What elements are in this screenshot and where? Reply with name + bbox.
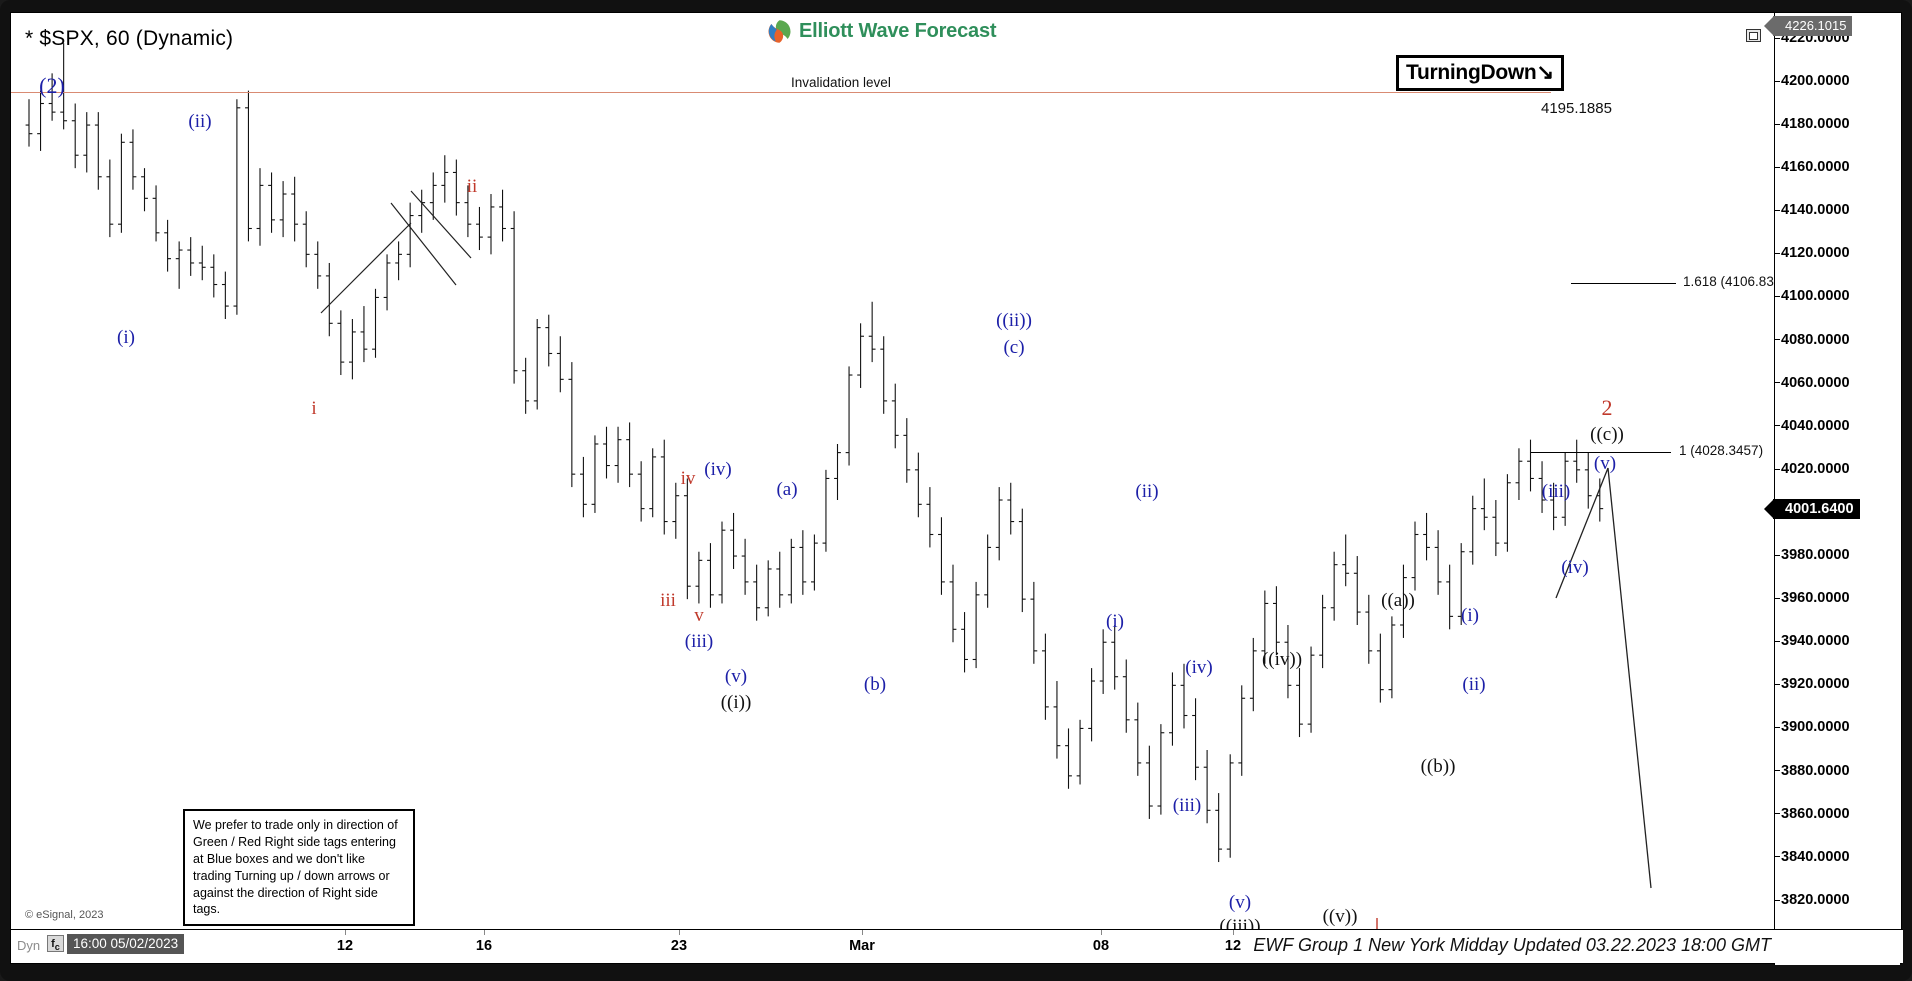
price-tick: 3860.0000 — [1775, 806, 1901, 822]
fib-1618-line — [1571, 282, 1676, 284]
wave-label: (i) — [1461, 605, 1479, 626]
wave-label: (iii) — [1172, 795, 1202, 816]
esignal-copyright: © eSignal, 2023 — [25, 909, 104, 921]
wave-label: ((a)) — [1381, 590, 1415, 611]
dynamic-feed-icon[interactable]: fc — [47, 935, 64, 952]
wave-label: (c) — [1003, 337, 1025, 358]
wave-label: iii — [660, 590, 676, 611]
price-tick: 3900.0000 — [1775, 719, 1901, 735]
wave-label: (v) — [724, 666, 748, 687]
time-tick: 23 — [670, 938, 688, 954]
turning-down-badge[interactable]: TurningDown↘ — [1396, 55, 1564, 92]
wave-label: ((iv)) — [1261, 649, 1303, 670]
wave-label: (ii) — [1135, 481, 1159, 502]
forecast-footer-note: EWF Group 1 New York Midday Updated 03.2… — [1253, 935, 1771, 955]
price-tick: 4140.0000 — [1775, 202, 1901, 218]
price-tick: 3840.0000 — [1775, 849, 1901, 865]
application-window: * $SPX, 60 (Dynamic) Elliott Wave Foreca… — [0, 0, 1912, 981]
wave-label: (ii) — [1462, 674, 1486, 695]
time-gridline-tick — [1101, 930, 1102, 935]
session-high-marker: 4226.1015 — [1764, 15, 1853, 36]
wave-label: (a) — [776, 479, 798, 500]
wave-label: (i) — [117, 327, 135, 348]
wave-label: v — [694, 605, 704, 626]
wave-label: ((i)) — [720, 692, 752, 713]
wave-label: ((c)) — [1590, 424, 1624, 445]
price-tick: 3920.0000 — [1775, 676, 1901, 692]
price-tick: 4080.0000 — [1775, 332, 1901, 348]
wave-label: (iii) — [684, 631, 714, 652]
price-tick: 4180.0000 — [1775, 116, 1901, 132]
price-tick: 3960.0000 — [1775, 590, 1901, 606]
time-gridline-tick — [679, 930, 680, 935]
time-gridline-tick — [345, 930, 346, 935]
wave-label: (i) — [1106, 611, 1124, 632]
price-tick: 4200.0000 — [1775, 73, 1901, 89]
wave-label: ((ii)) — [996, 310, 1032, 331]
wave-label: i — [311, 398, 317, 419]
wave-label: (iv) — [1561, 557, 1589, 578]
wave-label: ii — [466, 176, 478, 197]
fib-1618-label: 1.618 (4106.8318) — [1683, 273, 1776, 289]
price-tick: 4100.0000 — [1775, 288, 1901, 304]
time-gridline-tick — [484, 930, 485, 935]
price-tick: 3820.0000 — [1775, 892, 1901, 908]
time-gridline-tick — [1233, 930, 1234, 935]
chart-surface[interactable]: * $SPX, 60 (Dynamic) Elliott Wave Foreca… — [10, 12, 1903, 965]
wave-label: (iv) — [1185, 657, 1213, 678]
wave-label: (v) — [1228, 892, 1252, 913]
trading-disclaimer-box: We prefer to trade only in direction of … — [183, 809, 415, 927]
wave-label: (v) — [1593, 453, 1617, 474]
time-tick: 12 — [336, 938, 354, 954]
fib-1-label: 1 (4028.3457) — [1679, 442, 1764, 458]
wave-label: 2 — [1601, 395, 1613, 420]
wave-trendlines — [320, 190, 1652, 889]
price-tick: 4120.0000 — [1775, 245, 1901, 261]
time-gridline-tick — [862, 930, 863, 935]
price-tick: 4020.0000 — [1775, 461, 1901, 477]
price-tick: 4040.0000 — [1775, 418, 1901, 434]
wave-label: (ii) — [188, 111, 212, 132]
price-tick: 3940.0000 — [1775, 633, 1901, 649]
time-tick: 08 — [1092, 938, 1110, 954]
cursor-time-readout: 16:00 05/02/2023 — [67, 934, 185, 954]
wave-label: ((b)) — [1420, 756, 1456, 777]
time-tick: 16 — [475, 938, 493, 954]
dyn-mode-label: Dyn — [17, 938, 41, 953]
price-tick: 3980.0000 — [1775, 547, 1901, 563]
invalidation-level-label: Invalidation level — [791, 75, 891, 91]
time-tick: Mar — [849, 938, 875, 954]
price-tick: 4160.0000 — [1775, 159, 1901, 175]
wave-label: (b) — [863, 674, 887, 695]
time-axis[interactable]: Dyn fc 16:00 05/02/2023 EWF Group 1 New … — [11, 929, 1903, 963]
wave-label: ((v)) — [1322, 906, 1358, 927]
wave-label: (iv) — [704, 459, 732, 480]
wave-label: (iii) — [1541, 481, 1571, 502]
time-tick: 12 — [1224, 938, 1242, 954]
invalidation-level-price: 4195.1885 — [1541, 100, 1612, 118]
price-tick: 3880.0000 — [1775, 763, 1901, 779]
current-price-marker: 4001.6400 — [1764, 499, 1860, 520]
invalidation-level-line — [11, 92, 1551, 94]
wave-label: (2) — [39, 73, 65, 98]
wave-label: iv — [680, 468, 696, 489]
price-tick: 4060.0000 — [1775, 375, 1901, 391]
price-axis[interactable]: 4220.0000 4200.0000 4180.0000 4160.0000 4140… — [1764, 13, 1901, 965]
price-plot-area[interactable]: Invalidation level 4195.1885 TurningDown… — [11, 13, 1776, 931]
